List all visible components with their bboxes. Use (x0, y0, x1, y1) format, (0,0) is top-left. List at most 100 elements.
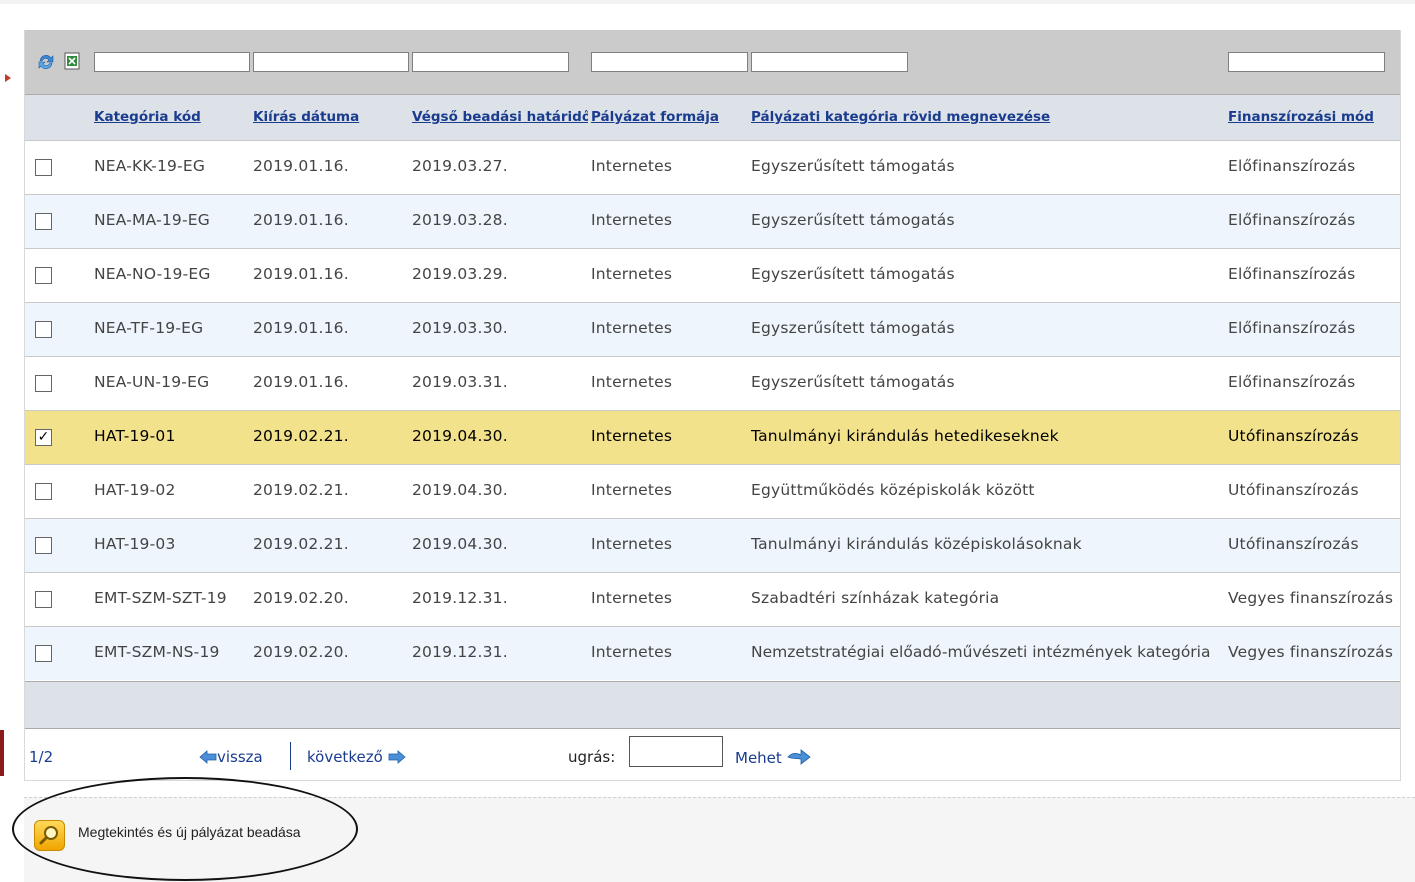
cell-rovid-megnevezes: Nemzetstratégiai előadó-művészeti intézm… (751, 643, 1211, 661)
row-checkbox[interactable] (35, 321, 52, 338)
row-checkbox[interactable] (35, 483, 52, 500)
cell-vegso-hatarido: 2019.03.29. (412, 265, 508, 283)
pagination-bar: 1/2 vissza következő ugrás: Mehet (25, 728, 1400, 780)
table-row[interactable]: NEA-MA-19-EG 2019.01.16. 2019.03.28. Int… (25, 194, 1400, 248)
cell-vegso-hatarido: 2019.12.31. (412, 589, 508, 607)
cell-kiiras-datuma: 2019.02.21. (253, 535, 349, 553)
cell-palyazat-formaja: Internetes (591, 265, 673, 283)
cell-finanszirozasi-mod: Előfinanszírozás (1228, 373, 1356, 391)
excel-export-icon[interactable] (64, 52, 80, 70)
filter-palyazat-formaja-input[interactable] (591, 52, 748, 72)
cell-kategoria-kod: EMT-SZM-NS-19 (94, 643, 220, 661)
cell-rovid-megnevezes: Egyszerűsített támogatás (751, 373, 955, 391)
table-row[interactable]: NEA-KK-19-EG 2019.01.16. 2019.03.27. Int… (25, 140, 1400, 194)
next-label: következő (307, 748, 383, 766)
cell-rovid-megnevezes: Együttműködés középiskolák között (751, 481, 1035, 499)
table-row[interactable]: HAT-19-02 2019.02.21. 2019.04.30. Intern… (25, 464, 1400, 518)
cell-kiiras-datuma: 2019.01.16. (253, 157, 349, 175)
filter-vegso-hatarido-input[interactable] (412, 52, 569, 72)
table-row[interactable]: NEA-TF-19-EG 2019.01.16. 2019.03.30. Int… (25, 302, 1400, 356)
cell-vegso-hatarido: 2019.03.31. (412, 373, 508, 391)
cell-kiiras-datuma: 2019.01.16. (253, 319, 349, 337)
cell-finanszirozasi-mod: Vegyes finanszírozás (1228, 589, 1394, 607)
cell-rovid-megnevezes: Tanulmányi kirándulás hetedikeseknek (751, 427, 1059, 445)
cell-palyazat-formaja: Internetes (591, 643, 673, 661)
filter-kiiras-datuma-input[interactable] (253, 52, 409, 72)
cell-kategoria-kod: NEA-KK-19-EG (94, 157, 206, 175)
cell-finanszirozasi-mod: Utófinanszírozás (1228, 481, 1359, 499)
cell-palyazat-formaja: Internetes (591, 157, 673, 175)
table-row-selected[interactable]: ✓ HAT-19-01 2019.02.21. 2019.04.30. Inte… (25, 410, 1400, 464)
cell-vegso-hatarido: 2019.03.28. (412, 211, 508, 229)
cell-rovid-megnevezes: Tanulmányi kirándulás középiskolásoknak (751, 535, 1082, 553)
cell-finanszirozasi-mod: Előfinanszírozás (1228, 157, 1356, 175)
cell-kiiras-datuma: 2019.02.21. (253, 481, 349, 499)
cell-kategoria-kod: HAT-19-01 (94, 427, 176, 445)
cell-finanszirozasi-mod: Vegyes finanszírozás (1228, 643, 1394, 661)
cell-vegso-hatarido: 2019.04.30. (412, 427, 508, 445)
cell-rovid-megnevezes: Egyszerűsített támogatás (751, 157, 955, 175)
column-header-kategoria-kod[interactable]: Kategória kód (94, 109, 249, 125)
row-checkbox[interactable] (35, 375, 52, 392)
cell-kiiras-datuma: 2019.01.16. (253, 373, 349, 391)
table-row[interactable]: NEA-UN-19-EG 2019.01.16. 2019.03.31. Int… (25, 356, 1400, 410)
cell-vegso-hatarido: 2019.04.30. (412, 535, 508, 553)
filter-row (25, 30, 1400, 94)
cell-palyazat-formaja: Internetes (591, 427, 673, 445)
cell-rovid-megnevezes: Egyszerűsített támogatás (751, 265, 955, 283)
cell-vegso-hatarido: 2019.03.30. (412, 319, 508, 337)
cell-vegso-hatarido: 2019.03.27. (412, 157, 508, 175)
cell-kategoria-kod: NEA-TF-19-EG (94, 319, 204, 337)
expand-arrow-icon[interactable] (5, 74, 11, 82)
cell-finanszirozasi-mod: Előfinanszírozás (1228, 211, 1356, 229)
cell-kiiras-datuma: 2019.02.21. (253, 427, 349, 445)
cell-kiiras-datuma: 2019.02.20. (253, 589, 349, 607)
refresh-icon[interactable] (36, 52, 56, 72)
top-gap (0, 0, 1415, 4)
row-checkbox[interactable] (35, 645, 52, 662)
highlight-ellipse (12, 777, 358, 881)
arrow-right-icon (388, 750, 406, 764)
arrow-left-icon (199, 750, 217, 764)
column-header-rovid-megnevezes[interactable]: Pályázati kategória rövid megnevezése (751, 109, 1221, 125)
column-header-palyazat-formaja[interactable]: Pályázat formája (591, 109, 748, 125)
cell-kiiras-datuma: 2019.01.16. (253, 265, 349, 283)
row-checkbox[interactable] (35, 267, 52, 284)
cell-rovid-megnevezes: Egyszerűsített támogatás (751, 319, 955, 337)
jump-page-input[interactable] (629, 736, 723, 767)
cell-kategoria-kod: NEA-MA-19-EG (94, 211, 210, 229)
go-label: Mehet (735, 749, 782, 767)
row-checkbox[interactable] (35, 591, 52, 608)
cell-kategoria-kod: HAT-19-03 (94, 535, 176, 553)
column-header-kiiras-datuma[interactable]: Kiírás dátuma (253, 109, 408, 125)
cell-palyazat-formaja: Internetes (591, 373, 673, 391)
table-header: Kategória kód Kiírás dátuma Végső beadás… (25, 94, 1400, 141)
column-header-finanszirozasi-mod[interactable]: Finanszírozási mód (1228, 109, 1398, 125)
left-edge-bar (0, 730, 4, 776)
row-checkbox[interactable] (35, 159, 52, 176)
filter-kategoria-kod-input[interactable] (94, 52, 250, 72)
cell-finanszirozasi-mod: Utófinanszírozás (1228, 427, 1359, 445)
table-row[interactable]: NEA-NO-19-EG 2019.01.16. 2019.03.29. Int… (25, 248, 1400, 302)
table-row[interactable]: HAT-19-03 2019.02.21. 2019.04.30. Intern… (25, 518, 1400, 572)
filter-rovid-megnevezes-input[interactable] (751, 52, 908, 72)
cell-kiiras-datuma: 2019.02.20. (253, 643, 349, 661)
cell-kategoria-kod: HAT-19-02 (94, 481, 176, 499)
next-link[interactable]: következő (307, 748, 406, 766)
go-button[interactable]: Mehet (735, 748, 811, 767)
pager-separator (290, 742, 291, 770)
row-checkbox[interactable] (35, 213, 52, 230)
go-arrow-icon (786, 749, 811, 765)
cell-kategoria-kod: NEA-UN-19-EG (94, 373, 210, 391)
filter-finanszirozasi-mod-input[interactable] (1228, 52, 1385, 72)
cell-vegso-hatarido: 2019.04.30. (412, 481, 508, 499)
row-checkbox[interactable] (35, 537, 52, 554)
table-row[interactable]: EMT-SZM-NS-19 2019.02.20. 2019.12.31. In… (25, 626, 1400, 680)
table-row[interactable]: EMT-SZM-SZT-19 2019.02.20. 2019.12.31. I… (25, 572, 1400, 626)
row-checkbox[interactable]: ✓ (35, 429, 52, 446)
back-link[interactable]: vissza (199, 748, 263, 766)
cell-palyazat-formaja: Internetes (591, 535, 673, 553)
cell-finanszirozasi-mod: Előfinanszírozás (1228, 265, 1356, 283)
jump-label: ugrás: (568, 748, 616, 766)
column-header-vegso-hatarido[interactable]: Végső beadási határidő (412, 109, 588, 125)
